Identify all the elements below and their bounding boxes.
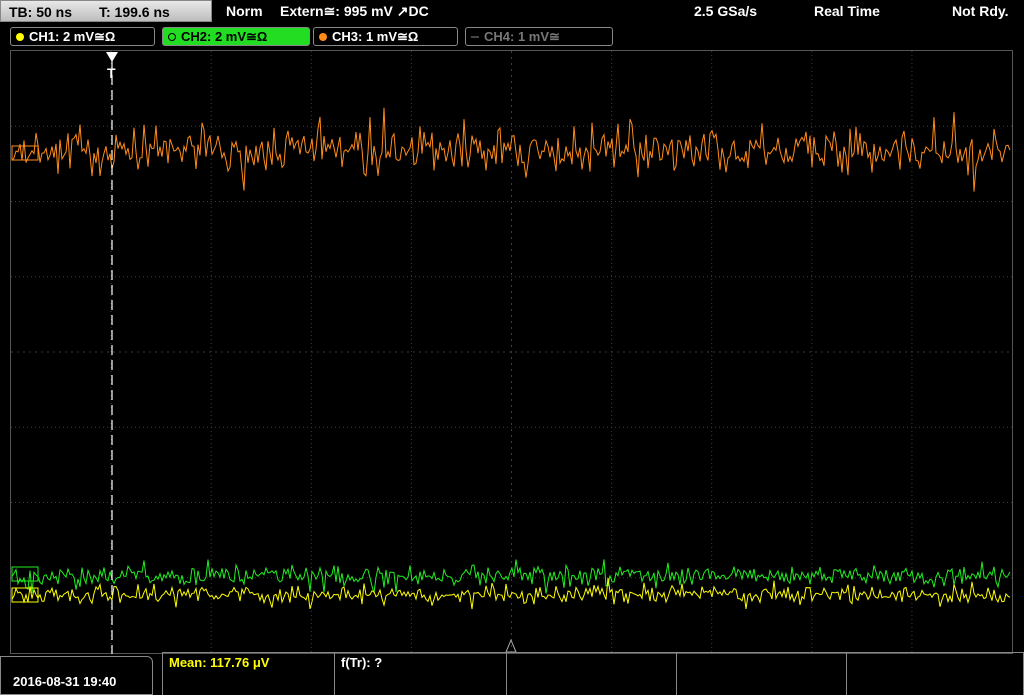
trigger-marker-label: T <box>107 65 116 81</box>
measure-cell-empty-2[interactable] <box>676 652 846 695</box>
mean-value: Mean: 117.76 μV <box>169 655 270 670</box>
measure-cell-empty-1[interactable] <box>506 652 676 695</box>
measure-cell-freq[interactable]: f(Tr): ? <box>334 652 506 695</box>
measure-cell-empty-3[interactable] <box>846 652 1024 695</box>
ch2-trace <box>11 559 1011 594</box>
freq-value: f(Tr): ? <box>341 655 383 670</box>
datetime: 2016-08-31 19:40 <box>13 674 117 689</box>
datetime-box: 2016-08-31 19:40 <box>0 656 153 695</box>
waveform-display[interactable]: T <box>0 0 1024 695</box>
measure-cell-mean[interactable]: Mean: 117.76 μV <box>162 652 334 695</box>
ch3-trace <box>11 107 1011 192</box>
trigger-position-icon <box>106 52 118 62</box>
